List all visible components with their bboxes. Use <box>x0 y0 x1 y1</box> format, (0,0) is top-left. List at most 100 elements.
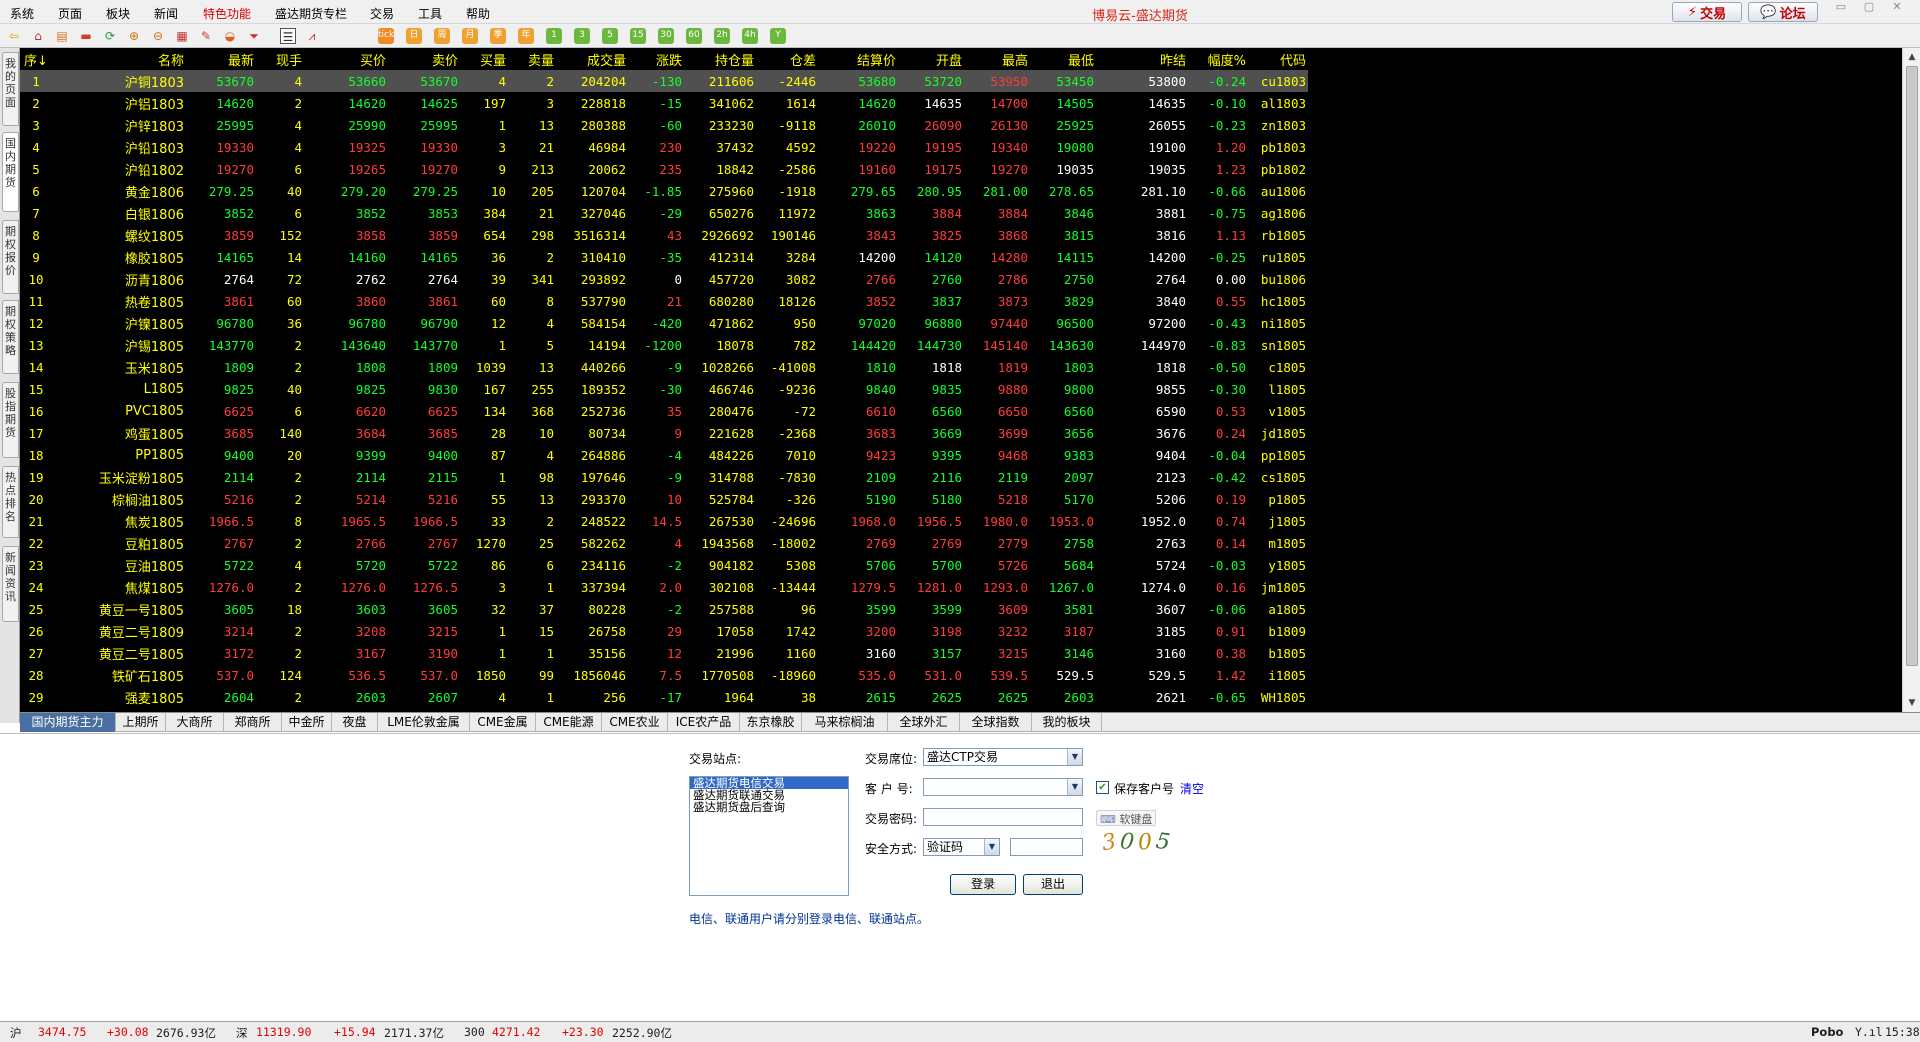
restore-button[interactable]: ▢ <box>1858 0 1880 16</box>
left-tab-0[interactable]: 我的页面 <box>2 52 19 126</box>
header-col-high[interactable]: 最高 <box>964 48 1030 70</box>
header-col-prev-settle[interactable]: 昨结 <box>1096 48 1188 70</box>
market-tab-9[interactable]: CME农业 <box>602 713 668 732</box>
menu-features[interactable]: 特色功能 <box>203 5 251 22</box>
table-row[interactable]: 4 沪铅1803 19330 4 19325 19330 3 21 46984 230 37432 4… <box>20 136 1308 158</box>
period-button-5[interactable]: 年 <box>518 28 534 44</box>
left-tab-1[interactable]: 国内期货 <box>2 132 19 212</box>
table-icon[interactable]: ☰ <box>280 28 296 44</box>
header-col-low[interactable]: 最低 <box>1030 48 1096 70</box>
paint-icon[interactable]: ◒ <box>222 28 238 44</box>
trade-button[interactable]: ⚡ 交易 <box>1672 2 1742 22</box>
soft-keyboard-button[interactable]: ⌨ 软键盘 <box>1096 810 1157 826</box>
menu-page[interactable]: 页面 <box>58 5 82 22</box>
header-col-change[interactable]: 涨跌 <box>628 48 684 70</box>
market-tab-15[interactable]: 我的板块 <box>1032 713 1102 732</box>
password-input[interactable] <box>923 808 1083 826</box>
chevron-down-icon[interactable]: ▼ <box>984 839 999 855</box>
header-col-open-interest[interactable]: 持仓量 <box>684 48 756 70</box>
menu-news[interactable]: 新闻 <box>154 5 178 22</box>
pencil-icon[interactable]: ✎ <box>198 28 214 44</box>
captcha-input[interactable] <box>1010 838 1083 856</box>
header-col-pct[interactable]: 幅度% <box>1188 48 1248 70</box>
header-col-settle[interactable]: 结算价 <box>818 48 898 70</box>
table-row[interactable]: 9 橡胶1805 14165 14 14160 14165 36 2 310410 -35 4123… <box>20 246 1308 268</box>
menu-sector[interactable]: 板块 <box>106 5 130 22</box>
market-tab-2[interactable]: 大商所 <box>166 713 224 732</box>
market-tab-11[interactable]: 东京橡胶 <box>740 713 802 732</box>
home-icon[interactable]: ⌂ <box>30 28 46 44</box>
header-col-last[interactable]: 最新 <box>186 48 256 70</box>
market-tab-4[interactable]: 中金所 <box>282 713 332 732</box>
period-button-6[interactable]: 1 <box>546 28 562 44</box>
market-tab-8[interactable]: CME能源 <box>536 713 602 732</box>
period-button-14[interactable]: Y <box>770 28 786 44</box>
table-row[interactable]: 18 PP1805 9400 20 9399 9400 87 4 264886 -4 484226 7… <box>20 444 1308 466</box>
market-tab-10[interactable]: ICE农产品 <box>668 713 740 732</box>
table-row[interactable]: 5 沪铅1802 19270 6 19265 19270 9 213 20062 235 18842… <box>20 158 1308 180</box>
refresh-icon[interactable]: ⟳ <box>102 28 118 44</box>
table-row[interactable]: 26 黄豆二号1809 3214 2 3208 3215 1 15 26758 29 17058 17… <box>20 620 1308 642</box>
period-button-13[interactable]: 4h <box>742 28 758 44</box>
period-button-3[interactable]: 月 <box>462 28 478 44</box>
scroll-thumb[interactable] <box>1906 66 1918 666</box>
scroll-down-icon[interactable]: ▼ <box>1905 696 1919 710</box>
header-col-volume[interactable]: 成交量 <box>556 48 628 70</box>
table-row[interactable]: 24 焦煤1805 1276.0 2 1276.0 1276.5 3 1 337394 2.0 30… <box>20 576 1308 598</box>
table-row[interactable]: 28 铁矿石1805 537.0 124 536.5 537.0 1850 99 1856046… <box>20 664 1308 686</box>
menu-help[interactable]: 帮助 <box>466 5 490 22</box>
market-tab-12[interactable]: 马来棕榈油 <box>802 713 888 732</box>
table-row[interactable]: 14 玉米1805 1809 2 1808 1809 1039 13 440266 -9 10282… <box>20 356 1308 378</box>
table-row[interactable]: 2 沪铝1803 14620 2 14620 14625 197 3 228818 -15 3410… <box>20 92 1308 114</box>
table-row[interactable]: 10 沥青1806 2764 72 2762 2764 39 341 293892 0 457720… <box>20 268 1308 290</box>
period-button-10[interactable]: 30 <box>658 28 674 44</box>
left-tab-2[interactable]: 期权报价 <box>2 220 19 294</box>
table-row[interactable]: 7 白银1806 3852 6 3852 3853 384 21 327046 -29 650276… <box>20 202 1308 224</box>
table-row[interactable]: 21 焦炭1805 1966.5 8 1965.5 1966.5 33 2 248522 14.5… <box>20 510 1308 532</box>
chevron-down-icon[interactable]: ▼ <box>1067 749 1082 765</box>
menu-system[interactable]: 系统 <box>10 5 34 22</box>
header-col-ask[interactable]: 卖价 <box>388 48 460 70</box>
header-col-oi-diff[interactable]: 仓差 <box>756 48 818 70</box>
header-col-hand[interactable]: 现手 <box>256 48 304 70</box>
header-col-open[interactable]: 开盘 <box>898 48 964 70</box>
period-button-12[interactable]: 2h <box>714 28 730 44</box>
market-tab-5[interactable]: 夜盘 <box>332 713 378 732</box>
kline-icon[interactable]: ⩘ <box>304 28 320 44</box>
header-col-bid[interactable]: 买价 <box>304 48 388 70</box>
menu-trade[interactable]: 交易 <box>370 5 394 22</box>
period-button-7[interactable]: 3 <box>574 28 590 44</box>
table-row[interactable]: 22 豆粕1805 2767 2 2766 2767 1270 25 582262 4 194356… <box>20 532 1308 554</box>
table-row[interactable]: 16 PVC1805 6625 6 6620 6625 134 368 252736 35 2804… <box>20 400 1308 422</box>
table-row[interactable]: 23 豆油1805 5722 4 5720 5722 86 6 234116 -2 904182 53… <box>20 554 1308 576</box>
menu-shengda-column[interactable]: 盛达期货专栏 <box>275 5 347 22</box>
table-row[interactable]: 25 黄豆一号1805 3605 18 3603 3605 32 37 80228 -2 25758… <box>20 598 1308 620</box>
back-arrow-icon[interactable]: ⇦ <box>6 28 22 44</box>
period-button-9[interactable]: 15 <box>630 28 646 44</box>
table-row[interactable]: 15 L1805 9825 40 9825 9830 167 255 189352 -30 4667… <box>20 378 1308 400</box>
period-button-8[interactable]: 5 <box>602 28 618 44</box>
minimize-button[interactable]: ▭ <box>1830 0 1852 16</box>
market-tab-3[interactable]: 郑商所 <box>224 713 282 732</box>
table-row[interactable]: 11 热卷1805 3861 60 3860 3861 60 8 537790 21 680280 1… <box>20 290 1308 312</box>
header-col-index[interactable]: 序↓ <box>20 48 54 70</box>
period-button-0[interactable]: tick <box>378 28 394 44</box>
vertical-scrollbar[interactable]: ▲ ▼ <box>1902 48 1920 712</box>
save-client-checkbox[interactable]: ✔ <box>1096 781 1109 794</box>
news-icon[interactable]: ▬ <box>78 28 94 44</box>
table-row[interactable]: 20 棕榈油1805 5216 2 5214 5216 55 13 293370 10 525784… <box>20 488 1308 510</box>
left-tab-6[interactable]: 新闻资讯 <box>2 546 19 622</box>
station-list[interactable]: 盛达期货电信交易 盛达期货联通交易 盛达期货盘后查询 <box>689 776 849 896</box>
client-number-input[interactable]: ▼ <box>923 778 1083 796</box>
market-tab-1[interactable]: 上期所 <box>116 713 166 732</box>
period-button-11[interactable]: 60 <box>686 28 702 44</box>
table-row[interactable]: 29 强麦1805 2604 2 2603 2607 4 1 256 -17 1964 38 2615 2… <box>20 686 1308 708</box>
menu-tools[interactable]: 工具 <box>418 5 442 22</box>
market-tab-14[interactable]: 全球指数 <box>960 713 1032 732</box>
table-row[interactable]: 13 沪锡1805 143770 2 143640 143770 1 5 14194 -1200 1… <box>20 334 1308 356</box>
table-row[interactable]: 17 鸡蛋1805 3685 140 3684 3685 28 10 80734 9 221628 -… <box>20 422 1308 444</box>
left-tab-5[interactable]: 热点排名 <box>2 466 19 538</box>
market-tab-13[interactable]: 全球外汇 <box>888 713 960 732</box>
header-col-ask-vol[interactable]: 卖量 <box>508 48 556 70</box>
layout-icon[interactable]: ▦ <box>174 28 190 44</box>
